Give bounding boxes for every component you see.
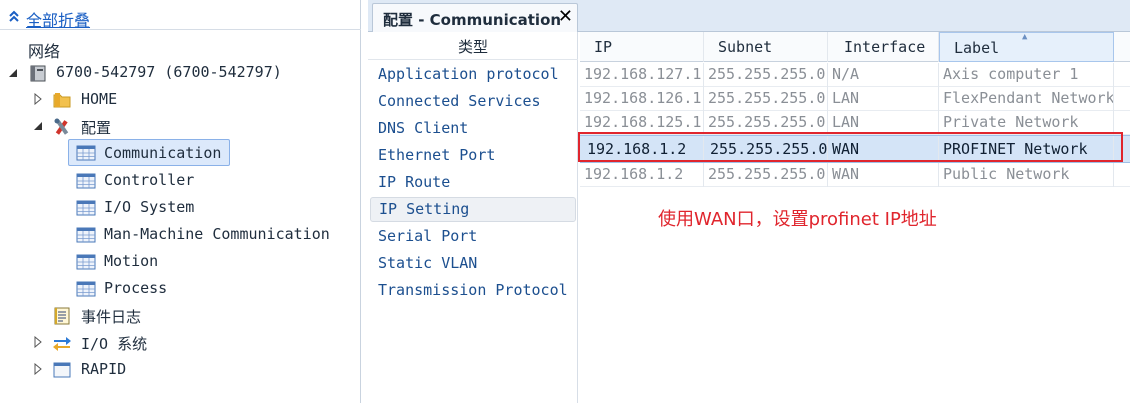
type-item-connected-services[interactable]: Connected Services [370, 90, 576, 115]
type-item-serial-port[interactable]: Serial Port [370, 225, 576, 250]
tree-item-controller[interactable]: 6700-542797 (6700-542797) [0, 60, 361, 86]
column-header-label[interactable]: Label ▲ [939, 32, 1114, 62]
cell-ip: 192.168.125.1 [580, 111, 704, 135]
annotation-text: 使用WAN口，设置profinet IP地址 [658, 209, 937, 230]
cell-subnet: 255.255.255.0 [704, 111, 828, 135]
tree-item-label: I/O System [104, 198, 195, 216]
controller-icon [30, 65, 46, 82]
cell-interface: N/A [828, 63, 939, 87]
table-row[interactable]: 192.168.127.1 255.255.255.0 N/A Axis com… [580, 63, 1130, 87]
cell-interface: LAN [828, 87, 939, 111]
document-tab-strip: 配置 - Communication ✕ [368, 0, 1130, 32]
cell-label: FlexPendant Network [939, 87, 1114, 111]
collapsed-arrow-icon[interactable] [33, 363, 43, 375]
type-item-ip-route[interactable]: IP Route [370, 171, 576, 196]
folder-icon [53, 93, 71, 108]
configuration-tree-pane: 全部折叠 网络 6700-542797 (6700-542797) HOME 配… [0, 0, 361, 403]
type-item-ethernet-port[interactable]: Ethernet Port [370, 144, 576, 169]
column-header-ip[interactable]: IP [580, 32, 704, 62]
tree-item-label: Process [104, 279, 168, 297]
sort-ascending-icon: ▲ [1022, 32, 1028, 42]
tree-item-label: HOME [81, 90, 118, 108]
tree-item-label: Motion [104, 252, 159, 270]
cell-ip: 192.168.1.2 [580, 136, 704, 162]
table-icon [76, 200, 96, 216]
table-icon [76, 227, 96, 243]
tree-item-event-log[interactable]: 事件日志 [0, 303, 361, 329]
cell-interface: LAN [828, 111, 939, 135]
column-header-label-text: Label [954, 39, 1000, 57]
tree-item-label: 事件日志 [81, 308, 142, 326]
type-item-transmission-protocol[interactable]: Transmission Protocol [370, 279, 576, 304]
cell-subnet: 255.255.255.0 [704, 87, 828, 111]
tree-item-man-machine-communication[interactable]: Man-Machine Communication [0, 222, 361, 248]
cell-ip: 192.168.127.1 [580, 63, 704, 87]
cell-label: Axis computer 1 [939, 63, 1114, 87]
configuration-tools-icon [54, 118, 69, 135]
tree-item-communication[interactable]: Communication [0, 139, 361, 166]
cell-interface: WAN [828, 163, 939, 187]
tree-item-label: 6700-542797 (6700-542797) [56, 63, 282, 81]
table-icon [76, 254, 96, 270]
tree-item-io-system-config[interactable]: I/O System [0, 195, 361, 221]
type-item-application-protocol[interactable]: Application protocol [370, 63, 576, 88]
collapse-all-bar: 全部折叠 [0, 2, 361, 30]
table-row[interactable]: 192.168.125.1 255.255.255.0 LAN Private … [580, 111, 1130, 135]
tree-item-label: RAPID [81, 360, 127, 378]
tree-item-label: Controller [104, 171, 195, 189]
tree-item-label: 配置 [81, 119, 112, 137]
close-icon[interactable]: ✕ [558, 7, 573, 27]
collapse-all-link[interactable]: 全部折叠 [26, 7, 90, 31]
rapid-program-icon [53, 362, 71, 378]
tree-item-label: 网络 [28, 42, 61, 61]
table-icon [76, 145, 96, 161]
tree-item-rapid[interactable]: RAPID [0, 357, 361, 383]
cell-interface: WAN [828, 136, 939, 162]
tree-item-process[interactable]: Process [0, 276, 361, 302]
tree-item-home[interactable]: HOME [0, 87, 361, 113]
cell-subnet: 255.255.255.0 [704, 136, 828, 162]
column-header-interface[interactable]: Interface [828, 32, 939, 62]
table-row[interactable]: 192.168.1.2 255.255.255.0 WAN Public Net… [580, 163, 1130, 187]
type-list-pane: 类型 Application protocol Connected Servic… [368, 32, 578, 403]
table-row[interactable]: 192.168.126.1 255.255.255.0 LAN FlexPend… [580, 87, 1130, 111]
tree-item-network[interactable]: 网络 [0, 35, 361, 61]
tree-item-io-system[interactable]: I/O 系统 [0, 330, 361, 356]
cell-label: Private Network [939, 111, 1114, 135]
type-item-ip-setting[interactable]: IP Setting [370, 197, 576, 222]
table-row-selected[interactable]: 192.168.1.2 255.255.255.0 WAN PROFINET N… [580, 135, 1130, 163]
cell-label: PROFINET Network [939, 136, 1114, 162]
table-icon [76, 281, 96, 297]
type-list-header: 类型 [368, 32, 578, 60]
cell-ip: 192.168.1.2 [580, 163, 704, 187]
io-arrows-icon [53, 337, 71, 351]
cell-subnet: 255.255.255.0 [704, 163, 828, 187]
tab-title: 配置 - Communication [383, 11, 562, 29]
tree-item-label: Man-Machine Communication [104, 225, 330, 243]
cell-subnet: 255.255.255.0 [704, 63, 828, 87]
expanded-arrow-icon[interactable] [33, 120, 43, 132]
table-icon [76, 173, 96, 189]
tree-item-controller-config[interactable]: Controller [0, 168, 361, 194]
collapsed-arrow-icon[interactable] [33, 93, 43, 105]
expanded-arrow-icon[interactable] [8, 67, 18, 79]
double-chevron-up-icon [9, 10, 19, 22]
column-header-subnet[interactable]: Subnet [704, 32, 828, 62]
type-item-static-vlan[interactable]: Static VLAN [370, 252, 576, 277]
tab-configuration-communication[interactable]: 配置 - Communication ✕ [372, 3, 578, 32]
collapsed-arrow-icon[interactable] [33, 336, 43, 348]
cell-ip: 192.168.126.1 [580, 87, 704, 111]
tree-item-label: Communication [104, 144, 222, 162]
tree-item-label: I/O 系统 [81, 335, 148, 353]
type-item-dns-client[interactable]: DNS Client [370, 117, 576, 142]
tree-item-motion[interactable]: Motion [0, 249, 361, 275]
cell-label: Public Network [939, 163, 1114, 187]
grid-header: IP Subnet Interface Label ▲ [580, 32, 1130, 62]
event-log-icon [54, 307, 70, 325]
tree-item-configuration[interactable]: 配置 [0, 114, 361, 140]
